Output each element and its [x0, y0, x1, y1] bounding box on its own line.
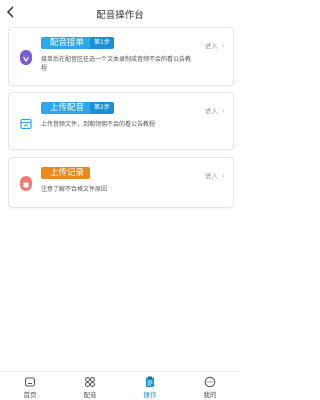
card-description: 接单后在配音区任选一个文本录制成音频不会的看公告教程 — [41, 56, 192, 72]
chevron-right-icon: › — [221, 170, 225, 180]
enter-link[interactable]: 进入 › — [204, 40, 225, 51]
card-title: 上传配音 — [41, 102, 91, 114]
bottom-tab-bar: 首页 配音 操作 我的 — [0, 371, 240, 400]
card-upload-records[interactable]: 上传记录 注意了解不合格文件原因 进入 › — [8, 157, 234, 208]
chevron-right-icon: › — [221, 105, 225, 115]
tab-voice[interactable]: 配音 — [60, 372, 120, 400]
enter-label: 进入 — [204, 107, 218, 115]
tab-label: 首页 — [23, 391, 37, 399]
step-badge: 第1步 — [90, 37, 114, 49]
enter-label: 进入 — [204, 172, 218, 180]
chevron-right-icon: › — [221, 40, 225, 50]
enter-link[interactable]: 进入 › — [204, 105, 225, 116]
card-title: 上传记录 — [41, 167, 91, 179]
grid-icon — [85, 377, 95, 387]
card-title: 配音接单 — [41, 37, 91, 49]
clipboard-icon — [146, 376, 154, 387]
step-badge: 第2步 — [90, 102, 114, 114]
card-description: 上传音频文件，到期领佣不会的看公告教程 — [41, 121, 156, 128]
card-title-pill: 配音接单 第1步 — [41, 37, 114, 49]
tab-label: 操作 — [143, 391, 157, 399]
tab-operate[interactable]: 操作 — [120, 372, 180, 400]
card-upload-voice[interactable]: 上传配音 第2步 上传音频文件，到期领佣不会的看公告教程 进入 › — [8, 92, 234, 150]
enter-link[interactable]: 进入 › — [204, 170, 225, 181]
tab-label: 我的 — [203, 391, 217, 399]
card-voice-order[interactable]: 配音接单 第1步 接单后在配音区任选一个文本录制成音频不会的看公告教程 进入 › — [8, 27, 234, 86]
record-dot-icon — [20, 176, 32, 191]
tab-label: 配音 — [83, 391, 97, 399]
card-title-pill: 上传记录 — [41, 167, 91, 179]
enter-label: 进入 — [204, 42, 218, 50]
chat-icon — [204, 376, 216, 388]
home-icon — [25, 377, 35, 387]
card-title-pill: 上传配音 第2步 — [41, 102, 114, 114]
upload-box-icon — [20, 115, 32, 130]
tab-home[interactable]: 首页 — [0, 372, 60, 400]
voice-circle-icon — [20, 50, 32, 65]
card-description: 注意了解不合格文件原因 — [41, 186, 108, 193]
tab-mine[interactable]: 我的 — [180, 372, 240, 400]
page-title: 配音操作台 — [96, 10, 144, 21]
top-nav-bar: 配音操作台 — [0, 0, 240, 26]
